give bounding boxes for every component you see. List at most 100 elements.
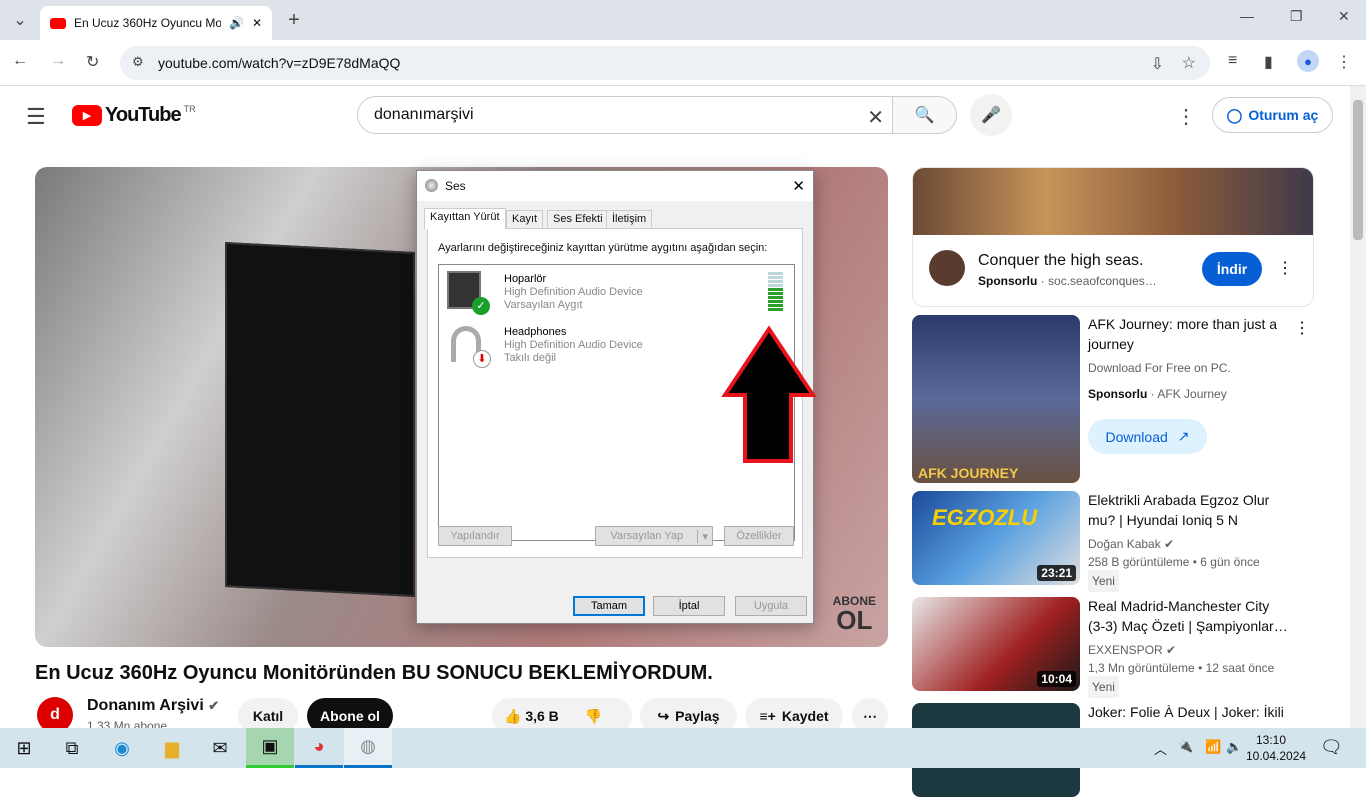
settings-more-icon[interactable]: ⋮ [1176,104,1196,129]
chrome-menu-icon[interactable]: ⋮ [1336,52,1352,72]
device-status: Takılı değil [504,352,556,364]
back-icon[interactable]: ← [12,52,28,70]
site-settings-icon[interactable]: ⚙ [132,54,144,70]
ad2-thumb-text: AFK JOURNEY [918,465,1019,481]
reload-icon[interactable]: ↻ [86,52,99,72]
hamburger-menu-icon[interactable]: ☰ [26,104,46,130]
media-control-icon[interactable]: ≡ [1228,52,1237,70]
wifi-icon[interactable]: 📶 [1205,739,1221,755]
sponsored-label: Sponsorlu [978,274,1038,288]
video-title-link[interactable]: Real Madrid-Manchester City (3-3) Maç Öz… [1088,596,1288,636]
ad-card[interactable]: Conquer the high seas. Sponsorlu · soc.s… [912,167,1314,307]
video-title: En Ucuz 360Hz Oyuncu Monitöründen BU SON… [35,662,713,684]
ad-banner-image [913,168,1313,235]
notifications-icon[interactable]: 🗨 [1320,737,1343,758]
restore-icon[interactable]: ❐ [1290,8,1303,25]
like-button[interactable]: 👍 3,6 B [504,708,559,725]
video-thumbnail[interactable]: EGZOZLU 23:21 [912,491,1080,585]
search-button[interactable]: 🔍 [893,96,957,134]
tab-title: En Ucuz 360Hz Oyuncu Monitöründen BU SON… [74,16,221,30]
set-default-button[interactable]: Varsayılan Yap ▾ [595,526,713,546]
profile-icon[interactable]: ● [1297,50,1319,72]
side-panel-icon[interactable]: ▮ [1264,52,1273,72]
volume-icon[interactable]: 🔈 [1226,739,1242,755]
url-text: youtube.com/watch?v=zD9E78dMaQQ [158,55,401,71]
bookmark-star-icon[interactable]: ☆ [1182,53,1196,73]
meter-segment [768,308,783,311]
tab-search-icon[interactable]: ⌄ [8,8,32,32]
voice-search-button[interactable]: 🎤 [970,94,1012,136]
meter-segment [768,300,783,303]
ad2-thumbnail[interactable]: AFK JOURNEY [912,315,1080,483]
install-app-icon[interactable]: ⇩ [1151,54,1164,74]
start-windows-icon[interactable]: ⊞ [0,728,48,768]
device-desc: High Definition Audio Device [504,286,643,298]
close-window-icon[interactable]: ✕ [1338,8,1350,25]
tab-sounds[interactable]: Ses Efekti [547,210,609,228]
sound-dialog: Ses ✕ Kayıttan Yürüt Kayıt Ses Efekti İl… [416,170,817,624]
external-link-icon: ↗ [1177,428,1190,444]
screen-capture-app-icon[interactable]: ▣ [246,728,294,768]
view-count: 258 B görüntüleme [1088,555,1190,569]
tab-playback[interactable]: Kayıttan Yürüt [424,208,506,229]
tab-recording[interactable]: Kayıt [506,210,544,228]
ad2-download-button[interactable]: Download ↗ [1088,419,1207,454]
view-count: 1,3 Mn görüntüleme [1088,661,1195,675]
device-desc: High Definition Audio Device [504,339,643,351]
close-tab-icon[interactable]: ✕ [252,16,262,30]
show-hidden-icons-icon[interactable]: ︿ [1154,739,1167,758]
device-list[interactable]: ✓ Hoparlör High Definition Audio Device … [438,264,817,541]
browser-tab[interactable]: En Ucuz 360Hz Oyuncu Monitöründen BU SON… [40,6,272,40]
forward-icon[interactable]: → [50,52,66,70]
video-title-link[interactable]: Elektrikli Arabada Egzoz Olur mu? | Hyun… [1088,490,1288,530]
youtube-logo[interactable]: ▶ YouTube TR [72,104,196,127]
channel-name[interactable]: Donanım Arşivi ✔ [87,697,219,715]
search-icon: 🔍 [914,107,935,124]
dialog-close-icon[interactable]: ✕ [792,177,805,195]
scrollbar-thumb[interactable] [1353,100,1363,240]
ad2-more-icon[interactable]: ⋮ [1294,318,1310,338]
cancel-button[interactable]: İptal [653,596,725,616]
meter-segment [768,276,783,279]
thumbs-up-icon: 👍 [504,707,522,724]
edge-browser-icon[interactable]: ◉ [98,728,146,768]
new-tab-icon[interactable]: + [282,8,306,32]
ad-more-icon[interactable]: ⋮ [1277,258,1293,278]
dialog-titlebar: Ses ✕ [417,171,813,201]
search-input[interactable]: donanımarşivi ✕ [357,96,893,134]
ok-button[interactable]: Tamam [573,596,645,616]
ad2-title[interactable]: AFK Journey: more than just a journey [1088,314,1288,354]
video-channel[interactable]: EXXENSPOR [1088,643,1163,657]
file-explorer-icon[interactable]: ▆ [148,728,196,768]
ad-install-button[interactable]: İndir [1202,252,1262,286]
url-field[interactable]: ⚙ youtube.com/watch?v=zD9E78dMaQQ ⇩ ☆ [120,46,1210,80]
sound-settings-taskbar-icon[interactable]: ◍ [344,728,392,768]
clock[interactable]: 13:10 10.04.2024 [1246,732,1307,764]
sign-in-button[interactable]: ◯ Oturum aç [1212,97,1333,133]
dislike-button[interactable]: 👎 [585,708,602,725]
youtube-favicon-icon [50,17,66,29]
video-title-link[interactable]: Joker: Folie À Deux | Joker: İkili [1088,702,1288,722]
verified-icon: ✔ [208,698,220,713]
dropdown-arrow-icon[interactable]: ▾ [697,529,712,543]
apply-button[interactable]: Uygula [735,596,807,616]
properties-button[interactable]: Özellikler [724,526,794,546]
browser-tab-strip: ⌄ En Ucuz 360Hz Oyuncu Monitöründen BU S… [0,0,1366,40]
page-scrollbar[interactable] [1350,86,1366,728]
video-thumbnail[interactable]: 10:04 [912,597,1080,691]
subscribe-watermark: ABONE OL [833,595,876,633]
sponsored-label: Sponsorlu [1088,387,1148,401]
task-view-icon[interactable]: ⧉ [48,728,96,768]
device-speakers[interactable]: ✓ Hoparlör High Definition Audio Device … [447,271,777,319]
ad-title: Conquer the high seas. [978,252,1144,269]
tab-communications[interactable]: İletişim [606,210,653,228]
mail-icon[interactable]: ✉ [196,728,244,768]
save-label: Kaydet [781,708,829,724]
clear-search-icon[interactable]: ✕ [867,105,884,130]
battery-icon[interactable]: 🔌 [1178,739,1193,753]
chrome-icon[interactable]: ◕ [295,728,343,768]
minimize-icon[interactable]: — [1240,8,1254,24]
clock-date: 10.04.2024 [1246,749,1307,763]
configure-button[interactable]: Yapılandır [438,526,512,546]
video-channel[interactable]: Doğan Kabak [1088,537,1161,551]
